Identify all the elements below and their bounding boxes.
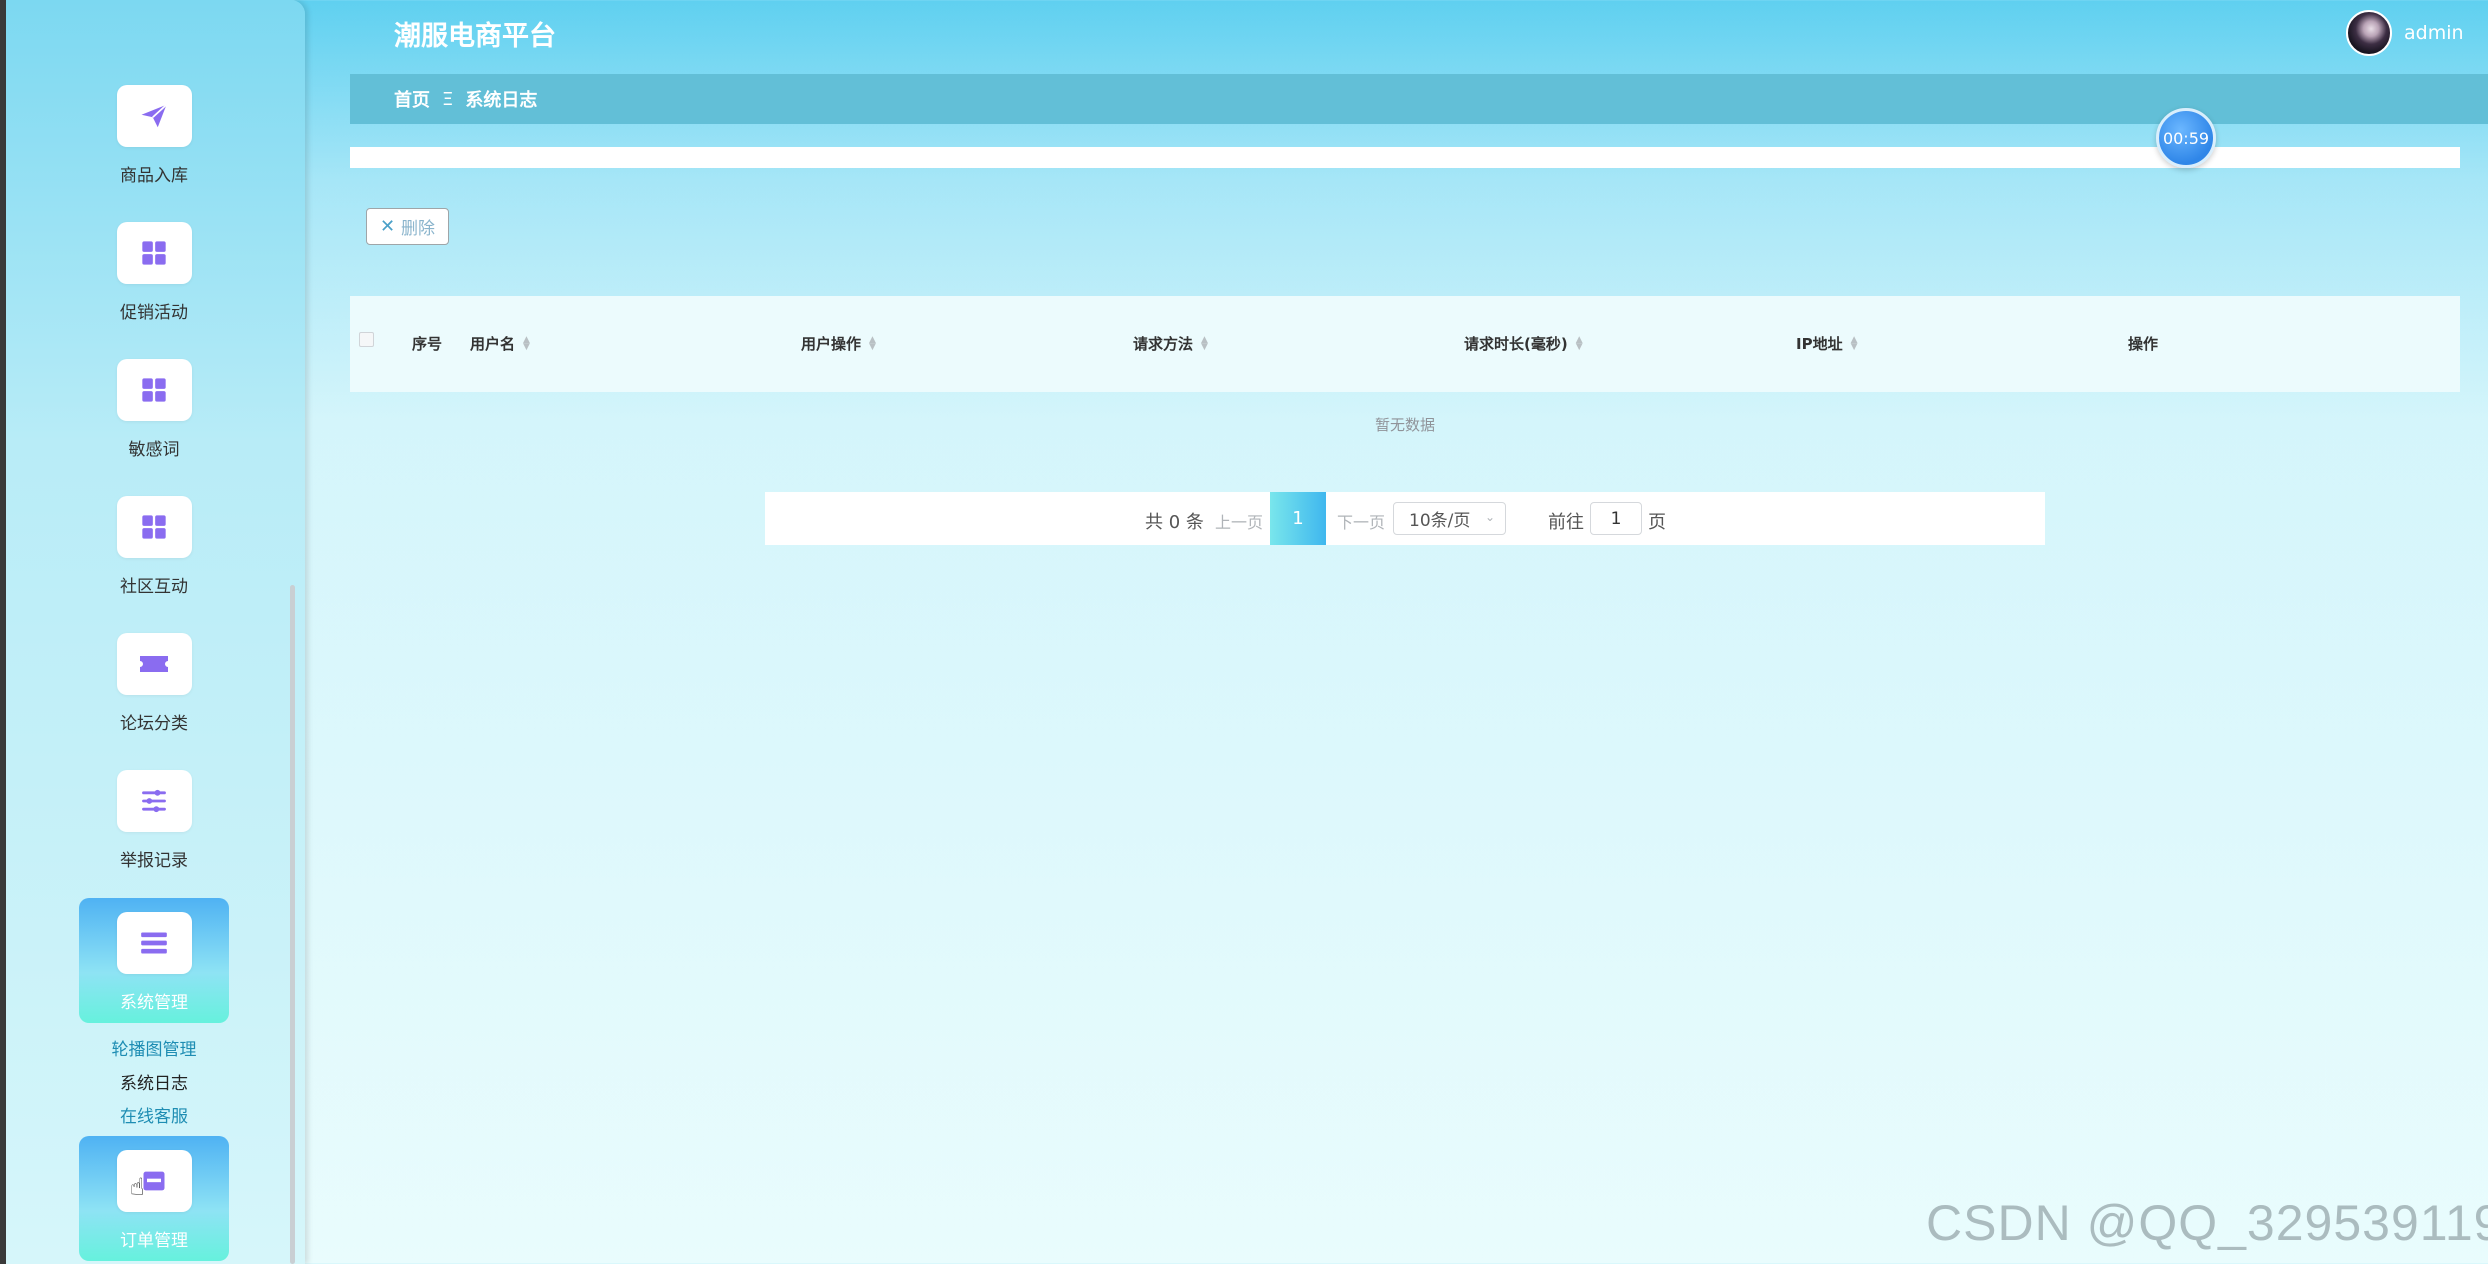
delete-button[interactable]: ✕ 删除 [366,208,449,245]
goto-page-input[interactable] [1590,502,1642,535]
sort-icon[interactable]: ▲ ▼ [523,335,530,351]
column-header-username[interactable]: 用户名 ▲ ▼ [470,333,530,354]
column-header-index: 序号 [412,335,443,353]
column-header-duration[interactable]: 请求时长(毫秒) ▲ ▼ [1464,333,1583,354]
hand-cursor-icon: ☝ [130,1173,145,1201]
sidebar-item-forum-category[interactable]: 论坛分类 [79,619,229,744]
sidebar-scrollbar[interactable] [290,585,295,1264]
submenu-item-banner[interactable]: 轮播图管理 [79,1035,229,1060]
ticket-icon [116,633,192,695]
sidebar-item-promotions[interactable]: 促销活动 [79,208,229,333]
app-title: 潮服电商平台 [394,21,556,52]
sidebar-item-label: 社区互动 [120,577,188,597]
sort-icon[interactable]: ▲ ▼ [869,335,876,351]
column-header-method[interactable]: 请求方法 ▲ ▼ [1133,333,1208,354]
avatar[interactable] [2346,10,2392,56]
grid-icon [116,496,192,558]
goto-suffix: 页 [1648,512,1666,533]
column-header-ip[interactable]: IP地址 ▲ ▼ [1796,333,1858,354]
column-header-actions: 操作 [2128,335,2159,353]
submenu-item-system-log[interactable]: 系统日志 [79,1069,229,1094]
countdown-timer: 00:59 [2156,108,2216,168]
pagination-page-button[interactable]: 1 [1270,492,1326,545]
column-header-operation[interactable]: 用户操作 ▲ ▼ [801,333,876,354]
sidebar-item-label: 商品入库 [120,166,188,186]
breadcrumb-separator: Ξ [442,88,454,110]
sidebar-item-label: 促销活动 [120,303,188,323]
pagination-prev-button[interactable]: 上一页 [1215,509,1263,533]
sidebar: 商品入库 促销活动 敏感词 社区互动 论坛分类 举报记录 系统管理 轮播图管理 … [6,0,305,1264]
page-loading-bar [350,147,2460,168]
user-menu[interactable]: admin [2346,10,2464,56]
sidebar-item-label: 敏感词 [128,440,180,460]
delete-button-label: 删除 [401,219,436,239]
sort-icon[interactable]: ▲ ▼ [1576,335,1583,351]
goto-label: 前往 [1548,512,1584,533]
sidebar-item-order-management[interactable]: 订单管理 [79,1136,229,1261]
breadcrumb-home[interactable]: 首页 [394,86,430,112]
sidebar-item-system-management[interactable]: 系统管理 [79,898,229,1023]
pagination: 共 0 条 上一页 1 下一页 10条/页 ⌄ 前往 页 [765,492,2045,545]
watermark: CSDN @QQ_3295391197 [1926,1195,2488,1251]
sort-icon[interactable]: ▲ ▼ [1201,335,1208,351]
sidebar-item-reports[interactable]: 举报记录 [79,756,229,881]
pagination-next-button[interactable]: 下一页 [1337,509,1385,533]
inbox-icon [116,1150,192,1212]
pagination-total: 共 0 条 [1145,512,1204,533]
sidebar-item-community[interactable]: 社区互动 [79,482,229,607]
sort-icon[interactable]: ▲ ▼ [1851,335,1858,351]
grid-icon [116,359,192,421]
select-all-checkbox[interactable] [359,332,374,347]
sidebar-item-label: 举报记录 [120,851,188,871]
submenu-item-online-service[interactable]: 在线客服 [79,1102,229,1127]
table-header: 序号 用户名 ▲ ▼ 用户操作 ▲ ▼ 请求方法 ▲ ▼ 请求时长(毫秒) ▲ ▼ IP地址 ▲ ▼… [350,296,2460,392]
username[interactable]: admin [2404,22,2464,44]
sidebar-item-label: 系统管理 [120,993,188,1013]
page-size-select[interactable]: 10条/页 ⌄ [1393,502,1506,535]
sidebar-item-label: 订单管理 [120,1231,188,1251]
breadcrumb-current: 系统日志 [465,90,538,111]
sliders-icon [116,770,192,832]
sidebar-item-label: 论坛分类 [120,714,188,734]
page-size-value: 10条/页 [1409,511,1471,531]
sidebar-item-product-stock[interactable]: 商品入库 [79,71,229,196]
close-icon: ✕ [379,216,396,237]
list-icon [116,912,192,974]
sidebar-item-sensitive-words[interactable]: 敏感词 [79,345,229,470]
grid-icon [116,222,192,284]
table-empty-text: 暂无数据 [1374,416,1435,434]
chevron-down-icon: ⌄ [1484,510,1495,524]
paper-plane-icon [116,85,192,147]
